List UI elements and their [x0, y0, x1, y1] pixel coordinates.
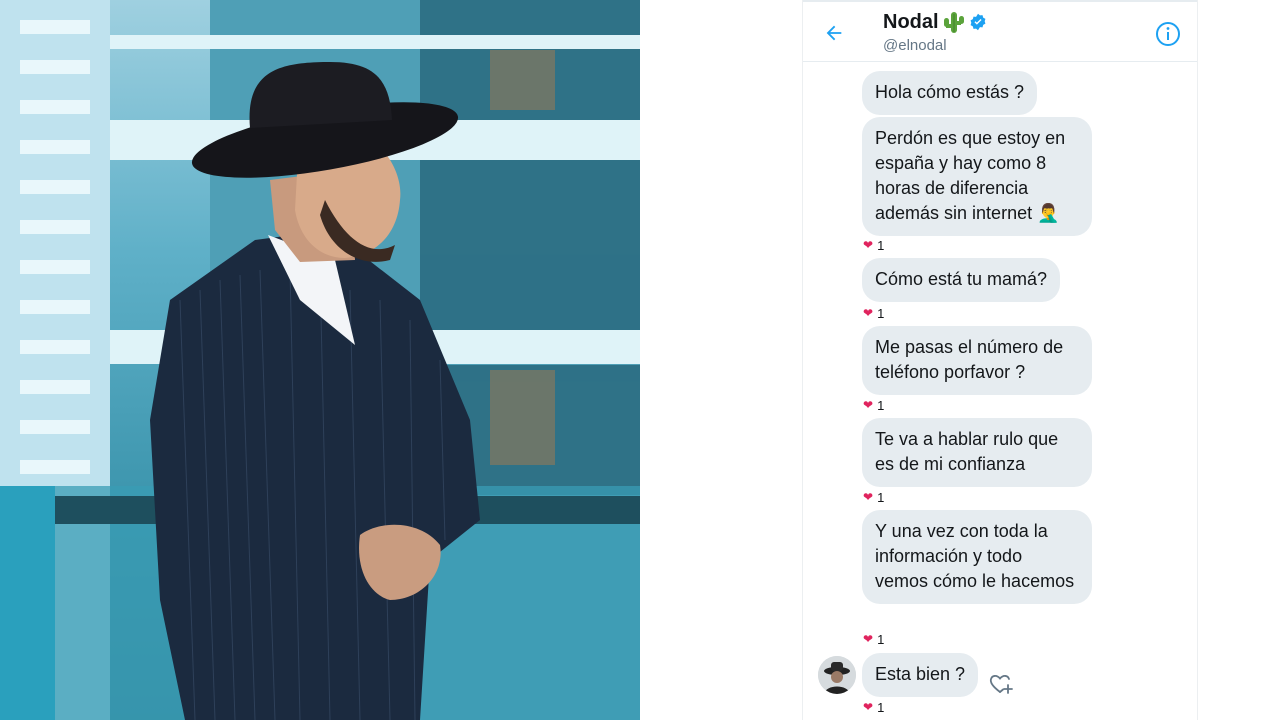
message-bubble[interactable]: Esta bien ?	[862, 653, 979, 697]
display-name: Nodal	[883, 10, 939, 33]
verified-badge-icon	[970, 13, 985, 31]
back-button[interactable]	[821, 20, 847, 46]
reaction-count: 1	[877, 631, 885, 647]
cactus-emoji	[943, 12, 964, 33]
profile-photo	[0, 0, 640, 720]
heart-plus-icon	[989, 675, 1013, 694]
heart-icon: ❤	[863, 398, 874, 412]
message-reaction[interactable]: ❤ 1	[863, 489, 884, 505]
heart-icon: ❤	[863, 700, 874, 714]
conversation-header: Nodal @elnodal	[803, 0, 1197, 62]
message-reaction[interactable]: ❤ 1	[863, 631, 884, 647]
message-text: Hola cómo estás ?	[875, 82, 1025, 102]
avatar[interactable]	[818, 656, 856, 694]
info-icon	[1156, 22, 1180, 46]
info-button[interactable]	[1155, 21, 1181, 47]
reaction-count: 1	[877, 489, 885, 505]
message-bubble[interactable]: Me pasas el número de teléfono porfavor …	[862, 326, 1092, 395]
reaction-count: 1	[877, 305, 885, 321]
message-text: Esta bien ?	[875, 664, 966, 684]
heart-icon: ❤	[863, 632, 874, 646]
dm-conversation: Nodal @elnodal Hola cómo estás ? Perdón …	[802, 0, 1198, 720]
message-text: Y una vez con toda la información y todo…	[875, 521, 1075, 591]
message-list: Hola cómo estás ? Perdón es que estoy en…	[803, 62, 1197, 720]
heart-icon: ❤	[863, 490, 874, 504]
message-reaction[interactable]: ❤ 1	[863, 397, 884, 413]
message-text: Te va a hablar rulo que es de mi confian…	[875, 429, 1059, 474]
message-text: Perdón es que estoy en españa y hay como…	[875, 128, 1066, 223]
arrow-left-icon	[826, 25, 842, 41]
message-reaction[interactable]: ❤ 1	[863, 237, 884, 253]
reaction-count: 1	[877, 237, 885, 253]
name-row: Nodal	[883, 10, 987, 34]
reaction-count: 1	[877, 397, 885, 413]
message-text: Cómo está tu mamá?	[875, 269, 1048, 289]
message-bubble[interactable]: Cómo está tu mamá?	[862, 258, 1061, 302]
message-reaction[interactable]: ❤ 1	[863, 305, 884, 321]
add-reaction-button[interactable]	[988, 671, 1014, 697]
message-bubble[interactable]: Te va a hablar rulo que es de mi confian…	[862, 418, 1092, 487]
reaction-count: 1	[877, 699, 885, 715]
heart-icon: ❤	[863, 238, 874, 252]
handle: @elnodal	[883, 37, 947, 54]
message-reaction[interactable]: ❤ 1	[863, 699, 884, 715]
heart-icon: ❤	[863, 306, 874, 320]
message-text: Me pasas el número de teléfono porfavor …	[875, 337, 1064, 382]
message-bubble[interactable]: Perdón es que estoy en españa y hay como…	[862, 117, 1092, 236]
message-bubble[interactable]: Y una vez con toda la información y todo…	[862, 510, 1092, 604]
photo-illustration	[0, 0, 640, 720]
message-bubble[interactable]: Hola cómo estás ?	[862, 71, 1038, 115]
avatar-image	[818, 656, 856, 694]
